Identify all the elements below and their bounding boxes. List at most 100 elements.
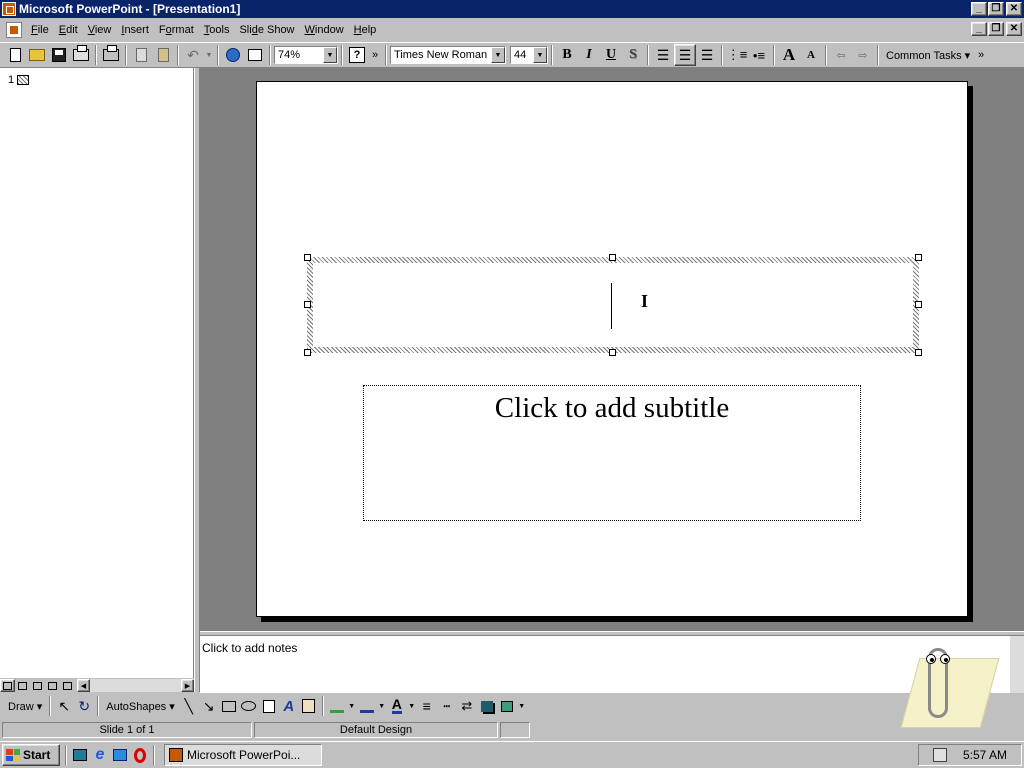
doc-restore-button[interactable]: ❐ <box>988 22 1004 36</box>
open-button[interactable] <box>26 44 48 66</box>
font-dropdown-arrow-icon[interactable]: ▼ <box>491 47 505 63</box>
new-button[interactable] <box>4 44 26 66</box>
menu-insert[interactable]: Insert <box>116 22 154 38</box>
email-button[interactable] <box>70 44 92 66</box>
resize-handle-bl[interactable] <box>304 349 311 356</box>
more-drawing-buttons[interactable]: ▼ <box>517 696 527 716</box>
menu-edit[interactable]: Edit <box>54 22 83 38</box>
taskbar-powerpoint-button[interactable]: Microsoft PowerPoi... <box>164 744 322 766</box>
promote-button[interactable]: ⇦ <box>830 44 852 66</box>
align-left-button[interactable]: ☰ <box>652 44 674 66</box>
doc-close-button[interactable]: ✕ <box>1006 22 1022 36</box>
arrow-button[interactable]: ↘ <box>199 696 219 716</box>
draw-menu-button[interactable]: Draw ▾ <box>4 696 46 716</box>
bold-button[interactable]: B <box>556 44 578 66</box>
3d-style-button[interactable] <box>497 696 517 716</box>
fill-color-button[interactable] <box>327 696 347 716</box>
slide-canvas[interactable]: I Click to add subtitle <box>256 81 968 617</box>
center-button[interactable]: ☰ <box>674 44 696 66</box>
notes-pane[interactable]: Click to add notes <box>200 636 1010 693</box>
autoshapes-menu-button[interactable]: AutoShapes ▾ <box>102 696 179 716</box>
slide-show-button[interactable] <box>60 679 75 692</box>
shadow-style-button[interactable] <box>477 696 497 716</box>
resize-handle-tl[interactable] <box>304 254 311 261</box>
slide-view-button[interactable] <box>30 679 45 692</box>
internet-explorer-button[interactable]: e <box>90 745 110 765</box>
line-color-button[interactable] <box>357 696 377 716</box>
status-design-template[interactable]: Default Design <box>254 722 498 738</box>
document-icon[interactable] <box>6 22 22 38</box>
resize-handle-mr[interactable] <box>915 301 922 308</box>
dash-style-button[interactable]: ┅ <box>437 696 457 716</box>
minimize-button[interactable]: _ <box>971 2 987 16</box>
outlook-express-button[interactable] <box>110 745 130 765</box>
save-button[interactable] <box>48 44 70 66</box>
menu-window[interactable]: Window <box>300 22 349 38</box>
menu-view[interactable]: View <box>83 22 117 38</box>
close-button[interactable]: ✕ <box>1006 2 1022 16</box>
outline-slide-1[interactable]: 1 <box>8 74 30 86</box>
resize-handle-tr[interactable] <box>915 254 922 261</box>
powerpoint-app-icon[interactable] <box>2 2 16 16</box>
undo-button[interactable]: ↶ <box>182 44 204 66</box>
text-box-button[interactable] <box>259 696 279 716</box>
line-style-button[interactable]: ≡ <box>417 696 437 716</box>
more-buttons-formatting[interactable]: » <box>974 44 988 66</box>
clock[interactable]: 5:57 AM <box>963 748 1007 762</box>
demote-button[interactable]: ⇨ <box>852 44 874 66</box>
undo-dropdown[interactable]: ▼ <box>204 44 214 66</box>
wordart-button[interactable]: A <box>279 696 299 716</box>
font-name-select[interactable]: Times New Roman ▼ <box>390 46 506 64</box>
copy-button[interactable] <box>130 44 152 66</box>
scroll-left-icon[interactable]: ◀ <box>77 679 90 692</box>
slide-sorter-view-button[interactable] <box>45 679 60 692</box>
font-color-dropdown[interactable]: ▼ <box>407 696 417 716</box>
title-text-area[interactable] <box>313 263 913 347</box>
arrow-style-button[interactable]: ⇄ <box>457 696 477 716</box>
opera-button[interactable] <box>130 745 150 765</box>
font-size-dropdown-arrow-icon[interactable]: ▼ <box>533 47 547 63</box>
shadow-button[interactable]: S <box>622 44 644 66</box>
fill-color-dropdown[interactable]: ▼ <box>347 696 357 716</box>
menu-slide-show[interactable]: Slide Show <box>234 22 299 38</box>
increase-font-size-button[interactable]: A <box>778 44 800 66</box>
free-rotate-button[interactable]: ↻ <box>74 696 94 716</box>
scroll-right-icon[interactable]: ▶ <box>181 679 194 692</box>
outline-pane[interactable]: 1 <box>0 68 194 678</box>
line-color-dropdown[interactable]: ▼ <box>377 696 387 716</box>
oval-button[interactable] <box>239 696 259 716</box>
common-tasks-button[interactable]: Common Tasks ▾ <box>882 44 974 66</box>
normal-view-button[interactable] <box>0 679 15 692</box>
paste-button[interactable] <box>152 44 174 66</box>
tables-borders-button[interactable] <box>244 44 266 66</box>
bullets-button[interactable]: •≡ <box>748 44 770 66</box>
print-button[interactable] <box>100 44 122 66</box>
start-button[interactable]: Start <box>2 744 60 766</box>
subtitle-placeholder[interactable]: Click to add subtitle <box>363 385 861 521</box>
title-placeholder[interactable]: I <box>304 254 922 356</box>
help-button[interactable]: ? <box>346 44 368 66</box>
doc-minimize-button[interactable]: _ <box>971 22 987 36</box>
menu-help[interactable]: Help <box>349 22 382 38</box>
resize-handle-br[interactable] <box>915 349 922 356</box>
numbering-button[interactable]: ⋮≡ <box>726 44 748 66</box>
align-right-button[interactable]: ☰ <box>696 44 718 66</box>
italic-button[interactable]: I <box>578 44 600 66</box>
zoom-dropdown-arrow-icon[interactable]: ▼ <box>323 47 337 63</box>
menu-file[interactable]: File <box>26 22 54 38</box>
restore-button[interactable]: ❐ <box>988 2 1004 16</box>
resize-handle-bc[interactable] <box>609 349 616 356</box>
select-objects-button[interactable]: ↖ <box>54 696 74 716</box>
outline-horizontal-scrollbar[interactable]: ◀ ▶ <box>77 679 194 692</box>
zoom-select[interactable]: 74% ▼ <box>274 46 338 64</box>
insert-clip-art-button[interactable] <box>299 696 319 716</box>
more-buttons-standard[interactable]: » <box>368 44 382 66</box>
show-desktop-button[interactable] <box>70 745 90 765</box>
title-bar[interactable]: Microsoft PowerPoint - [Presentation1] _… <box>0 0 1024 18</box>
decrease-font-size-button[interactable]: A <box>800 44 822 66</box>
notes-vertical-scrollbar[interactable] <box>1010 636 1024 693</box>
insert-hyperlink-button[interactable] <box>222 44 244 66</box>
font-size-select[interactable]: 44 ▼ <box>510 46 548 64</box>
rectangle-button[interactable] <box>219 696 239 716</box>
outline-view-button[interactable] <box>15 679 30 692</box>
